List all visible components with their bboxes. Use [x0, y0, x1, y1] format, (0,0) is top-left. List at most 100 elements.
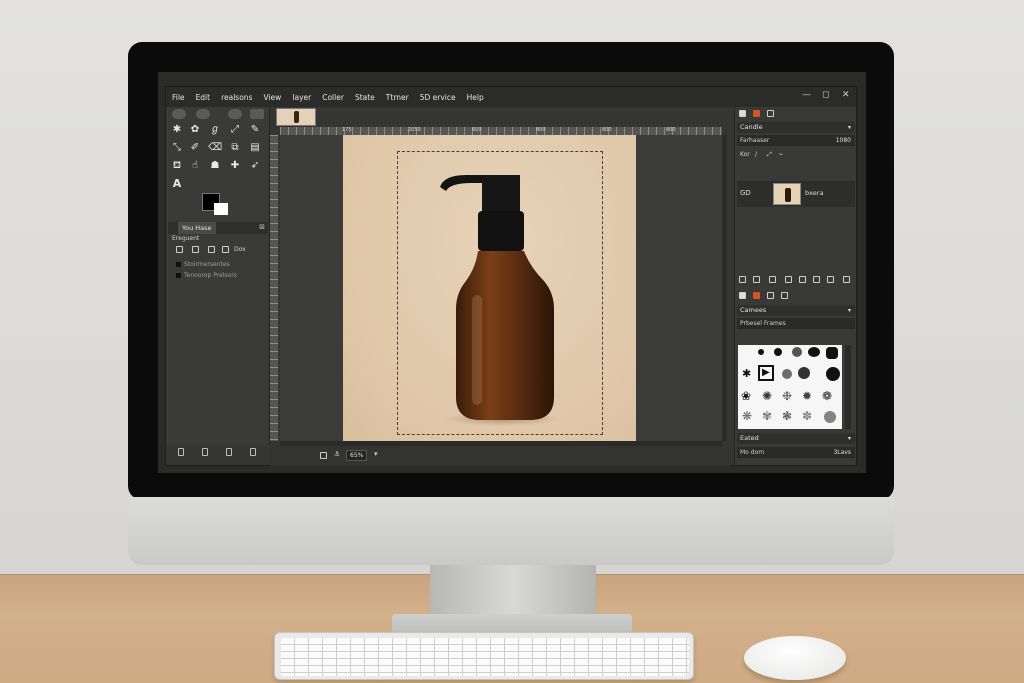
dock-action-label[interactable]: Dox: [234, 246, 246, 253]
brushes-icon[interactable]: [739, 292, 746, 299]
brush-thumb[interactable]: [792, 347, 802, 357]
path-icon[interactable]: ➶: [248, 159, 262, 173]
patterns-icon[interactable]: [753, 292, 760, 299]
channels-icon[interactable]: [753, 110, 760, 117]
fuzzy-select-icon[interactable]: ✱: [170, 123, 184, 137]
smudge-icon[interactable]: ☝: [188, 159, 202, 173]
chevron-down-icon[interactable]: ▾: [848, 122, 851, 133]
brush-thumb[interactable]: ❋: [742, 409, 752, 423]
delete-options-icon[interactable]: [226, 448, 232, 456]
brush-thumb[interactable]: ✺: [762, 389, 772, 403]
layers-icon[interactable]: [739, 110, 746, 117]
option-checkbox[interactable]: Tenoorop Prelsors: [176, 272, 237, 279]
minimize-button[interactable]: —: [802, 90, 811, 100]
tool-preset-pill[interactable]: [196, 109, 210, 119]
menu-file[interactable]: File: [172, 93, 185, 102]
duplicate-layer-icon[interactable]: [799, 276, 806, 283]
brush-thumb[interactable]: ✾: [762, 409, 772, 423]
anchor-icon[interactable]: [813, 276, 820, 283]
clone-icon[interactable]: ⧉: [228, 141, 242, 155]
brush-grid-scrollbar[interactable]: [845, 345, 851, 429]
brush-thumb[interactable]: ❁: [822, 389, 832, 403]
heal-icon[interactable]: ✚: [228, 159, 242, 173]
brush-thumb[interactable]: ✱: [742, 367, 751, 380]
lasso-icon[interactable]: ℊ: [208, 123, 222, 137]
layer-opacity-value[interactable]: 1080: [836, 135, 851, 146]
raise-layer-icon[interactable]: [769, 276, 776, 283]
brush-thumb[interactable]: [808, 347, 820, 357]
menu-state[interactable]: State: [355, 93, 375, 102]
tool-preset-pill[interactable]: [172, 109, 186, 119]
pick-icon[interactable]: ⤢: [228, 123, 242, 137]
brush-thumb[interactable]: [826, 367, 840, 381]
vertical-scrollbar[interactable]: [722, 135, 727, 441]
text-tool-icon[interactable]: A: [170, 177, 184, 191]
layers-icon[interactable]: [320, 452, 327, 459]
file-icon[interactable]: [192, 246, 199, 253]
restore-options-icon[interactable]: [202, 448, 208, 456]
chevron-down-icon[interactable]: ▾: [848, 305, 851, 316]
lower-layer-icon[interactable]: [785, 276, 792, 283]
tab-tool-options[interactable]: You Hase: [178, 222, 216, 234]
tool-preset-pill[interactable]: [228, 109, 242, 119]
menu-5d-ervice[interactable]: 5D ervice: [420, 93, 456, 102]
brush-spacing-row[interactable]: Mo dom 3Lavs: [737, 447, 855, 458]
file-icon[interactable]: [208, 246, 215, 253]
menu-layer[interactable]: Iayer: [292, 93, 311, 102]
background-color-swatch[interactable]: [214, 203, 228, 215]
pencil-icon[interactable]: ✐: [188, 141, 202, 155]
anchor-icon[interactable]: ⚓: [334, 450, 340, 458]
close-icon[interactable]: ⊠: [259, 223, 265, 231]
menu-realsons[interactable]: realsons: [221, 93, 252, 102]
selection-marquee[interactable]: [397, 151, 603, 435]
paths-icon[interactable]: [767, 110, 774, 117]
brush-thumb[interactable]: ✽: [802, 409, 812, 423]
brush-thumb[interactable]: [824, 411, 836, 423]
brush-thumb[interactable]: ❉: [782, 389, 792, 403]
layer-name[interactable]: bxera: [805, 189, 823, 197]
image-tab-thumbnail[interactable]: [276, 108, 316, 126]
brush-thumb[interactable]: [798, 367, 810, 379]
mask-icon[interactable]: [843, 276, 850, 283]
brush-grid[interactable]: ✱ ▶ ❀ ✺ ❉ ✹ ❁ ❋ ✾ ❃ ✽: [738, 345, 842, 429]
menu-view[interactable]: View: [263, 93, 281, 102]
file-icon[interactable]: [222, 246, 229, 253]
transform-icon[interactable]: ⤡: [170, 141, 184, 155]
brush-icon[interactable]: ✎: [248, 123, 262, 137]
pick-icon[interactable]: ⤢: [767, 149, 772, 160]
gradients-icon[interactable]: [767, 292, 774, 299]
menu-ttrner[interactable]: Ttrner: [386, 93, 409, 102]
brush-thumb[interactable]: [826, 347, 838, 359]
file-icon[interactable]: [176, 246, 183, 253]
gear-icon[interactable]: ✿: [188, 123, 202, 137]
brush-thumb[interactable]: ❃: [782, 409, 792, 423]
brush-thumb[interactable]: [774, 348, 782, 356]
layer-group-icon[interactable]: [753, 276, 760, 283]
brush-icon[interactable]: /: [755, 149, 757, 160]
option-checkbox[interactable]: Stoirmersentes: [176, 261, 230, 268]
link-icon[interactable]: ⌁: [779, 149, 783, 160]
brush-thumb[interactable]: ✹: [802, 389, 812, 403]
brush-thumb[interactable]: [782, 369, 792, 379]
chevron-down-icon[interactable]: ▾: [374, 450, 378, 458]
brush-filter-row[interactable]: Prbesel Frames: [737, 318, 855, 329]
new-layer-icon[interactable]: [739, 276, 746, 283]
bucket-icon[interactable]: ⛾: [170, 159, 184, 173]
menu-coller[interactable]: Coller: [322, 93, 344, 102]
close-button[interactable]: ✕: [842, 90, 850, 100]
layer-row[interactable]: GD bxera: [737, 181, 855, 207]
save-options-icon[interactable]: [178, 448, 184, 456]
trash-icon[interactable]: [827, 276, 834, 283]
brush-thumb[interactable]: [758, 349, 764, 355]
menu-help[interactable]: Help: [467, 93, 484, 102]
dodge-icon[interactable]: ☗: [208, 159, 222, 173]
zoom-level[interactable]: 65%: [346, 450, 368, 461]
fonts-icon[interactable]: [781, 292, 788, 299]
brush-spacing-value[interactable]: 3Lavs: [833, 447, 851, 458]
eraser-icon[interactable]: ⌫: [208, 141, 222, 155]
menu-edit[interactable]: Edit: [196, 93, 211, 102]
maximize-button[interactable]: ◻: [822, 90, 829, 100]
brush-thumb[interactable]: ❀: [741, 389, 751, 403]
chevron-down-icon[interactable]: ▾: [848, 433, 851, 444]
tool-preset-pill[interactable]: [250, 109, 264, 119]
